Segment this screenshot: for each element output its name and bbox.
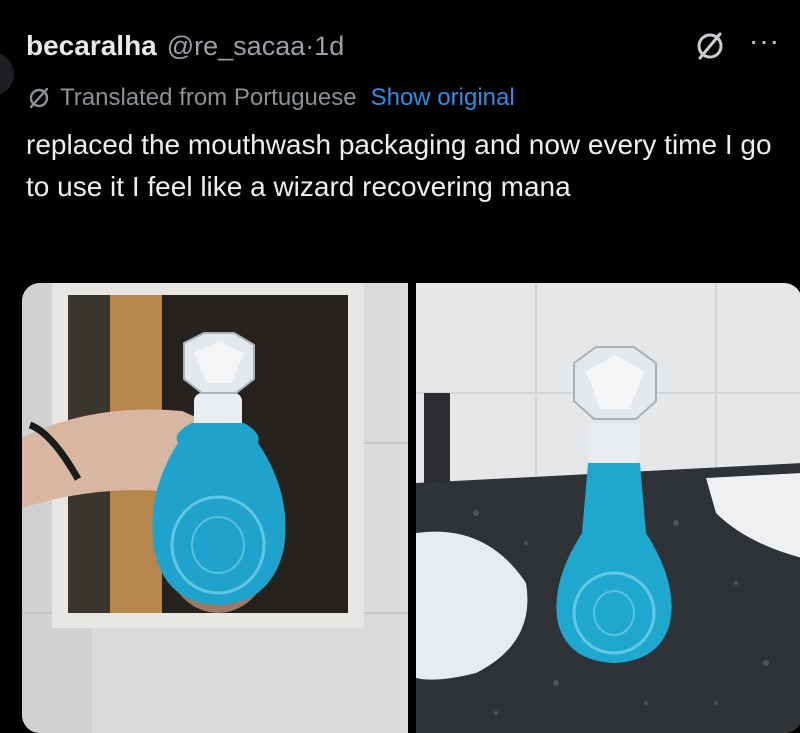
show-original-link[interactable]: Show original bbox=[371, 84, 515, 112]
display-name[interactable]: becaralha bbox=[26, 30, 157, 62]
tweet-header: becaralha @re_sacaa·1d ··· bbox=[26, 26, 780, 66]
more-icon[interactable]: ··· bbox=[749, 27, 780, 55]
grok-icon[interactable] bbox=[693, 29, 727, 63]
photo-bottle-in-hand[interactable] bbox=[22, 283, 408, 733]
translation-row: Translated from Portuguese Show original bbox=[26, 80, 515, 116]
translate-icon bbox=[29, 87, 49, 109]
timestamp[interactable]: 1d bbox=[314, 31, 344, 61]
separator: · bbox=[305, 30, 315, 61]
translation-label: Translated from Portuguese bbox=[60, 84, 357, 111]
tweet-text: replaced the mouthwash packaging and now… bbox=[26, 129, 772, 202]
avatar[interactable] bbox=[0, 52, 14, 96]
photo-bottle-on-sink[interactable] bbox=[416, 283, 800, 733]
handle[interactable]: @re_sacaa bbox=[167, 31, 305, 61]
handle-and-time: @re_sacaa·1d bbox=[167, 31, 345, 62]
media-grid bbox=[22, 283, 800, 733]
